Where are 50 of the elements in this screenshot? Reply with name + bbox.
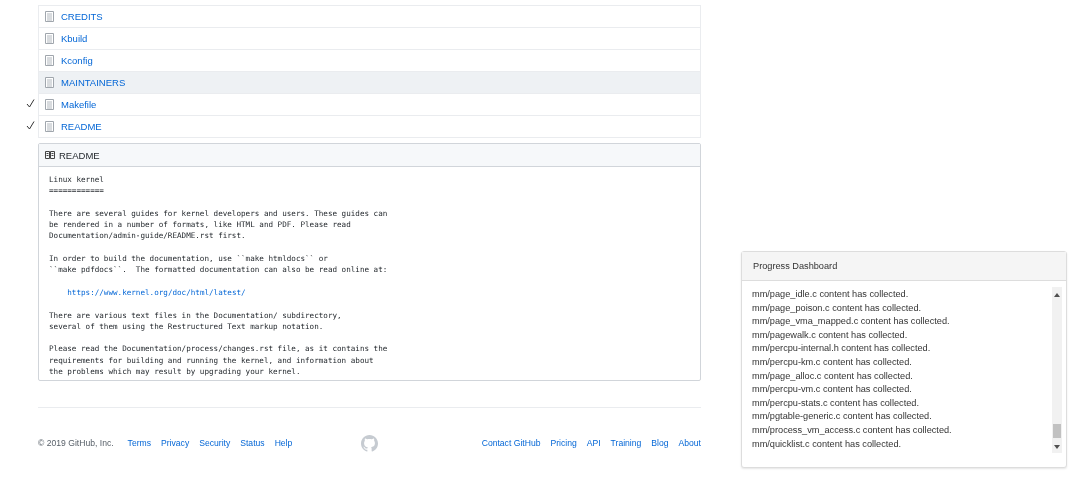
file-row[interactable]: Kbuild [38,27,701,49]
file-icon [45,77,54,88]
log-line: mm/percpu-km.c content has collected. [752,355,913,369]
log-line: mm/page_idle.c content has collected. [752,288,910,301]
log-line: mm/process_vm_access.c content has collected. [752,423,953,437]
log-line: mm/percpu-vm.c content has collected. [752,383,913,397]
footer-link[interactable]: Contact GitHub [481,438,541,449]
footer-link[interactable]: Security [199,438,231,449]
file-icon [45,33,54,44]
log-line: mm/percpu-internal.h content has collected. [752,342,932,356]
footer-link[interactable]: Blog [651,438,669,449]
footer-link[interactable]: About [678,438,701,449]
copyright-text: © 2019 GitHub, Inc. [38,438,114,449]
footer-link[interactable]: Terms [127,438,151,449]
log-line: mm/quicklist.c content has collected. [752,437,903,451]
scroll-thumb[interactable] [1053,424,1061,438]
file-icon [45,99,54,110]
scroll-down-icon[interactable] [1054,445,1060,449]
log-line: mm/pagewalk.c content has collected. [752,328,909,342]
file-icon [45,11,54,22]
panel-title: Progress Dashboard [753,261,838,271]
footer-link[interactable]: Pricing [550,438,577,449]
file-link[interactable]: README [61,120,102,132]
file-link[interactable]: Kconfig [61,55,93,66]
book-icon [45,151,55,159]
file-row[interactable]: CREDITS [38,5,701,27]
file-icon [45,120,54,132]
log-line: mm/percpu-stats.c content has collected. [752,396,920,410]
readme-title: README [59,149,100,161]
footer-link[interactable]: API [586,438,601,449]
footer-link[interactable]: Privacy [161,438,190,449]
file-link[interactable]: Kbuild [61,33,88,44]
logo-icon[interactable] [361,434,378,452]
footer-link[interactable]: Help [274,438,293,449]
file-row[interactable]: Kconfig [38,49,701,71]
scroll-up-icon[interactable] [1054,293,1060,297]
file-row[interactable]: README [38,114,701,138]
log-line: mm/pgtable-generic.c content has collected. [752,410,933,424]
file-icon [45,55,54,66]
scrollbar[interactable] [1052,287,1062,453]
footer-link[interactable]: Status [240,438,265,449]
log-line: mm/page_poison.c content has collected. [752,301,923,315]
log-line: mm/page_vma_mapped.c content has collected. [752,315,951,329]
file-link[interactable]: Makefile [61,99,97,110]
file-row[interactable]: MAINTAINERS [38,71,701,93]
log-line: mm/page_alloc.c content has collected. [752,369,914,383]
file-link[interactable]: CREDITS [61,11,103,22]
file-link[interactable]: MAINTAINERS [61,77,126,88]
footer-link[interactable]: Training [610,438,642,449]
file-row[interactable]: Makefile [38,93,701,115]
